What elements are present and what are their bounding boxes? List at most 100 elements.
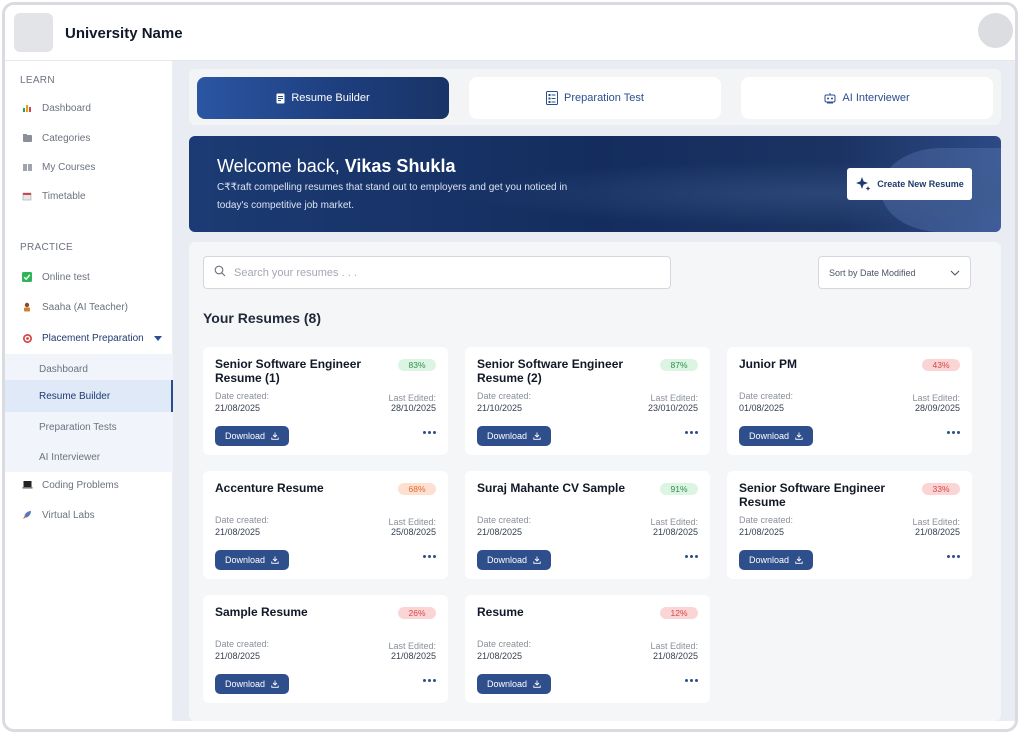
- chevron-down-icon: [950, 268, 960, 278]
- tab-label: AI Interviewer: [842, 92, 910, 104]
- sort-dropdown[interactable]: Sort by Date Modified: [818, 256, 971, 289]
- resume-card[interactable]: Senior Software Engineer Resume 33% Date c…: [727, 471, 972, 579]
- download-label: Download: [486, 555, 528, 565]
- sidebar-item-label: Dashboard: [42, 102, 91, 114]
- sidebar-subitem-preparation-tests[interactable]: Preparation Tests: [5, 412, 173, 442]
- rocket-icon: [20, 508, 34, 522]
- date-created-label: Date created:: [477, 639, 532, 649]
- download-button[interactable]: Download: [477, 550, 551, 570]
- sidebar-item-placement-preparation[interactable]: Placement Preparation: [5, 324, 173, 352]
- resume-score-badge: 83%: [398, 359, 436, 371]
- sidebar-item-label: Coding Problems: [42, 479, 119, 491]
- more-options-icon[interactable]: [685, 679, 698, 682]
- welcome-banner: Welcome back, Vikas Shukla C₹₹raft compe…: [189, 136, 1001, 232]
- more-options-icon[interactable]: [685, 431, 698, 434]
- check-box-icon: [20, 270, 34, 284]
- resume-score-badge: 91%: [660, 483, 698, 495]
- more-options-icon[interactable]: [947, 431, 960, 434]
- date-created-value: 21/08/2025: [477, 651, 523, 661]
- search-box[interactable]: [203, 256, 671, 289]
- resume-card[interactable]: Senior Software Engineer Resume (2) 87% Da…: [465, 347, 710, 455]
- date-created-label: Date created:: [215, 639, 270, 649]
- tab-resume-builder[interactable]: Resume Builder: [197, 77, 449, 119]
- sidebar-item-dashboard[interactable]: Dashboard: [5, 94, 173, 122]
- download-button[interactable]: Download: [215, 426, 289, 446]
- last-edited-value: 21/08/2025: [652, 651, 698, 661]
- download-icon: [271, 432, 279, 440]
- more-options-icon[interactable]: [685, 555, 698, 558]
- date-created-value: 21/08/2025: [739, 527, 785, 537]
- download-icon: [533, 680, 541, 688]
- resume-title: Senior Software Engineer Resume: [739, 481, 886, 509]
- last-edited-label: Last Edited:: [650, 641, 698, 651]
- sidebar-item-label: Resume Builder: [39, 390, 111, 402]
- resume-title: Resume: [477, 605, 524, 619]
- sidebar-item-virtual-labs[interactable]: Virtual Labs: [5, 501, 173, 529]
- resume-card[interactable]: Senior Software Engineer Resume (1) 83% Da…: [203, 347, 448, 455]
- download-icon: [533, 556, 541, 564]
- more-options-icon[interactable]: [423, 679, 436, 682]
- download-button[interactable]: Download: [215, 674, 289, 694]
- target-icon: [20, 331, 34, 345]
- resume-card[interactable]: Sample Resume 26% Date created: 21/08/2025 L…: [203, 595, 448, 703]
- resume-score-badge: 68%: [398, 483, 436, 495]
- sidebar-item-label: AI Interviewer: [39, 451, 101, 463]
- more-options-icon[interactable]: [423, 555, 436, 558]
- resume-score-badge: 33%: [922, 483, 960, 495]
- download-button[interactable]: Download: [215, 550, 289, 570]
- sidebar-item-online-test[interactable]: Online test: [5, 263, 173, 291]
- sidebar-item-label: Placement Preparation: [42, 332, 144, 344]
- create-new-resume-button[interactable]: Create New Resume: [847, 168, 972, 200]
- teacher-icon: [20, 300, 34, 314]
- tab-ai-interviewer[interactable]: AI Interviewer: [741, 77, 993, 119]
- university-name: University Name: [65, 25, 183, 42]
- sidebar-item-categories[interactable]: Categories: [5, 124, 173, 152]
- more-options-icon[interactable]: [423, 431, 436, 434]
- download-button[interactable]: Download: [477, 674, 551, 694]
- avatar[interactable]: [978, 13, 1013, 48]
- chevron-down-icon[interactable]: [153, 335, 162, 341]
- sparkle-icon: [855, 176, 871, 192]
- sidebar-item-my-courses[interactable]: My Courses: [5, 153, 173, 181]
- main-area: Resume Builder Preparation Test AI Inter…: [173, 61, 1015, 721]
- sort-selected-value: Sort by Date Modified: [829, 267, 916, 278]
- tab-bar: Resume Builder Preparation Test AI Inter…: [189, 69, 1001, 125]
- resume-score-badge: 12%: [660, 607, 698, 619]
- create-button-label: Create New Resume: [877, 179, 964, 189]
- search-icon: [214, 264, 226, 282]
- resume-card[interactable]: Junior PM 43% Date created: 01/08/2025 Last …: [727, 347, 972, 455]
- sidebar-subitem-ai-interviewer[interactable]: AI Interviewer: [5, 442, 173, 472]
- sidebar-item-saaha[interactable]: Saaha (AI Teacher): [5, 293, 173, 321]
- resume-title: Junior PM: [739, 357, 798, 371]
- date-created-label: Date created:: [477, 391, 532, 401]
- resume-card[interactable]: Resume 12% Date created: 21/08/2025 Last Edi…: [465, 595, 710, 703]
- last-edited-value: 21/08/2025: [390, 651, 436, 661]
- date-created-value: 21/08/2025: [215, 403, 261, 413]
- date-created-label: Date created:: [477, 515, 532, 525]
- download-button[interactable]: Download: [739, 426, 813, 446]
- download-label: Download: [486, 679, 528, 689]
- last-edited-value: 21/08/2025: [914, 527, 960, 537]
- resume-title: Senior Software Engineer Resume (2): [477, 357, 624, 385]
- sidebar-item-label: Dashboard: [39, 363, 88, 375]
- sidebar-item-coding-problems[interactable]: Coding Problems: [5, 471, 173, 499]
- resume-card[interactable]: Accenture Resume 68% Date created: 21/08/20…: [203, 471, 448, 579]
- download-button[interactable]: Download: [477, 426, 551, 446]
- more-options-icon[interactable]: [947, 555, 960, 558]
- laptop-icon: [20, 478, 34, 492]
- last-edited-value: 25/08/2025: [390, 527, 436, 537]
- last-edited-label: Last Edited:: [388, 517, 436, 527]
- document-icon: [276, 93, 285, 104]
- last-edited-label: Last Edited:: [912, 393, 960, 403]
- download-label: Download: [748, 555, 790, 565]
- search-input[interactable]: [234, 266, 654, 279]
- last-edited-value: 28/10/2025: [390, 403, 436, 413]
- download-button[interactable]: Download: [739, 550, 813, 570]
- download-icon: [271, 556, 279, 564]
- tab-preparation-test[interactable]: Preparation Test: [469, 77, 721, 119]
- user-name: Vikas Shukla: [344, 156, 456, 176]
- sidebar-subitem-resume-builder[interactable]: Resume Builder: [5, 380, 173, 412]
- sidebar-item-timetable[interactable]: Timetable: [5, 182, 173, 210]
- resume-card[interactable]: Suraj Mahante CV Sample 91% Date created: 2…: [465, 471, 710, 579]
- last-edited-value: 23/010/2025: [647, 403, 698, 413]
